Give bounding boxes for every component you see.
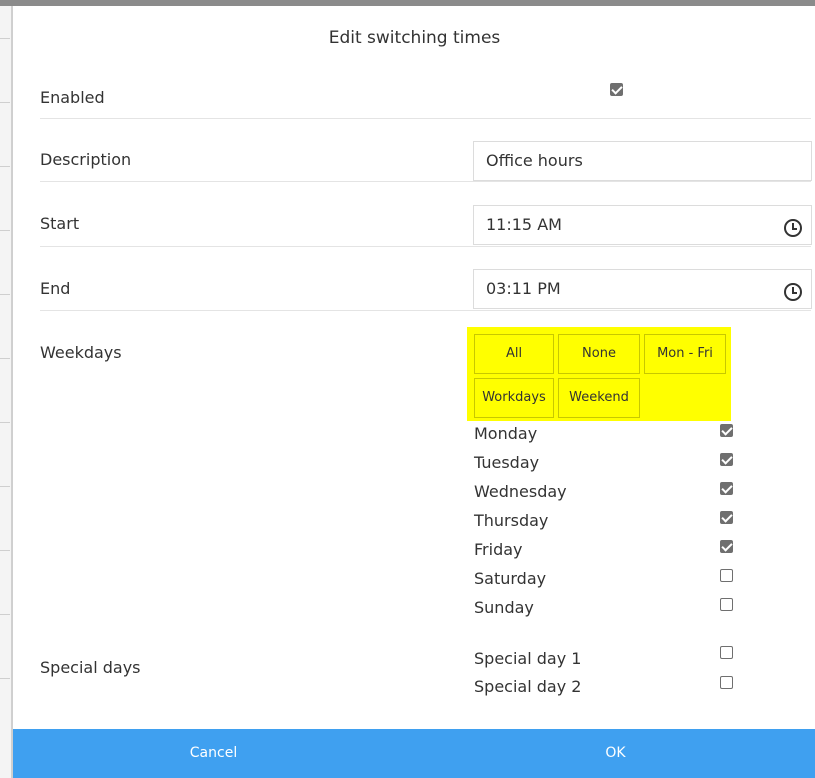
clock-icon[interactable]	[784, 219, 802, 237]
special-day-label: Special day 1	[474, 649, 582, 668]
thursday-checkbox[interactable]	[720, 511, 733, 524]
weekdays-label: Weekdays	[40, 343, 122, 362]
tuesday-checkbox[interactable]	[720, 453, 733, 466]
background-divider	[0, 102, 10, 103]
start-label: Start	[40, 214, 80, 233]
background-divider	[0, 166, 10, 167]
mon-fri-button[interactable]: Mon - Fri	[644, 334, 726, 374]
no-days-button[interactable]: None	[558, 334, 640, 374]
end-time-input[interactable]: 03:11 PM	[473, 269, 812, 309]
background-divider	[0, 230, 10, 231]
cancel-button[interactable]: Cancel	[13, 729, 414, 778]
monday-checkbox[interactable]	[720, 424, 733, 437]
day-label-thursday: Thursday	[474, 511, 549, 530]
day-label-tuesday: Tuesday	[474, 453, 540, 472]
background-divider	[0, 678, 10, 679]
weekday-preset-panel: All None Mon - Fri Workdays Weekend	[467, 327, 731, 421]
background-divider	[0, 486, 10, 487]
edit-switching-times-dialog: Edit switching times Enabled Description…	[12, 6, 815, 778]
divider	[40, 181, 811, 182]
clock-icon[interactable]	[784, 283, 802, 301]
background-divider	[0, 294, 10, 295]
friday-checkbox[interactable]	[720, 540, 733, 553]
special-day-2-checkbox[interactable]	[720, 676, 733, 689]
dialog-footer: Cancel OK	[13, 729, 815, 778]
end-label: End	[40, 279, 71, 298]
day-label-friday: Friday	[474, 540, 523, 559]
divider	[40, 118, 811, 119]
day-label-sunday: Sunday	[474, 598, 534, 617]
all-days-button[interactable]: All	[474, 334, 554, 374]
divider	[40, 246, 811, 247]
saturday-checkbox[interactable]	[720, 569, 733, 582]
start-time-input[interactable]: 11:15 AM	[473, 205, 812, 245]
dialog-title: Edit switching times	[328, 28, 501, 48]
wednesday-checkbox[interactable]	[720, 482, 733, 495]
background-divider	[0, 550, 10, 551]
ok-button[interactable]: OK	[415, 729, 815, 778]
special-day-1-checkbox[interactable]	[720, 646, 733, 659]
special-days-label: Special days	[40, 658, 141, 677]
sunday-checkbox[interactable]	[720, 598, 733, 611]
weekend-button[interactable]: Weekend	[558, 378, 640, 418]
background-divider	[0, 614, 10, 615]
workdays-button[interactable]: Workdays	[474, 378, 554, 418]
day-label-monday: Monday	[474, 424, 538, 443]
day-label-saturday: Saturday	[474, 569, 547, 588]
day-label-wednesday: Wednesday	[474, 482, 567, 501]
description-input[interactable]: Office hours	[473, 141, 812, 181]
divider	[40, 310, 811, 311]
enabled-label: Enabled	[40, 88, 105, 107]
special-day-label: Special day 2	[474, 677, 582, 696]
background-page-strip	[0, 0, 12, 778]
background-divider	[0, 358, 10, 359]
enabled-checkbox[interactable]	[610, 83, 623, 96]
background-divider	[0, 422, 10, 423]
background-divider	[0, 38, 10, 39]
description-label: Description	[40, 150, 132, 169]
